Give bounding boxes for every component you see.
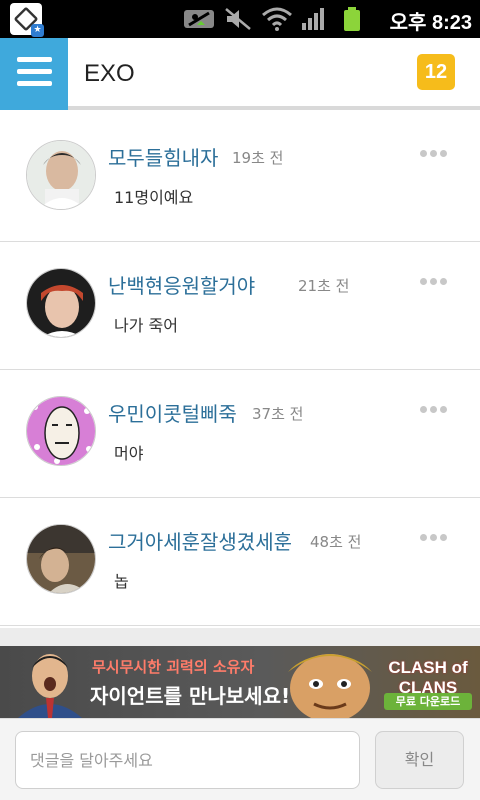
comment-time: 21초 전: [298, 277, 350, 295]
hamburger-icon-bar: [17, 81, 52, 86]
ad-man-image: [18, 654, 82, 718]
notification-badge[interactable]: 12: [417, 54, 455, 90]
comment-item: 모두들힘내자 19초 전 11명이예요: [0, 114, 480, 242]
confirm-button[interactable]: 확인: [375, 731, 464, 789]
comment-text: 11명이예요: [114, 188, 194, 207]
free-download-button[interactable]: 무료 다운로드: [384, 693, 472, 710]
avatar[interactable]: [26, 396, 96, 466]
ad-giant-image: [288, 654, 372, 718]
comment-item: 난백현응원할거야 21초 전 나가 죽어: [0, 242, 480, 370]
comment-input-bar: 확인: [0, 718, 480, 800]
status-bar: ★ 오후 8:23: [0, 0, 480, 38]
ad-banner[interactable]: 무시무시한 괴력의 소유자 자이언트를 만나보세요! CLASH of CLAN…: [0, 646, 480, 718]
signal-blocked-icon: [184, 10, 214, 28]
ad-brand: CLASH of CLANS: [388, 658, 468, 697]
wifi-icon: [262, 7, 292, 31]
comment-username[interactable]: 그거아세훈잘생겼세훈: [108, 526, 292, 555]
hamburger-icon: [17, 57, 52, 62]
list-footer-spacer: [0, 628, 480, 646]
app-notification-icon: ★: [10, 3, 44, 37]
avatar[interactable]: [26, 268, 96, 338]
comment-username[interactable]: 난백현응원할거야: [108, 270, 255, 299]
menu-button[interactable]: [0, 38, 68, 110]
comment-text: 놉: [114, 572, 129, 591]
clash-of-clans-logo: CLASH of CLANS 무료 다운로드: [384, 654, 472, 710]
comment-time: 19초 전: [232, 149, 284, 167]
more-options-icon[interactable]: [420, 270, 450, 285]
mute-icon: [225, 8, 251, 30]
comment-item: 그거아세훈잘생겼세훈 48초 전 놉: [0, 498, 480, 626]
comment-text: 나가 죽어: [114, 316, 178, 335]
comment-input[interactable]: [15, 731, 360, 789]
comment-item: 우민이콧털삐죽 37초 전 머야: [0, 370, 480, 498]
comment-username[interactable]: 모두들힘내자: [108, 142, 218, 171]
ad-headline: 무시무시한 괴력의 소유자: [92, 658, 255, 676]
clock: 오후 8:23: [389, 12, 472, 34]
app-header: EXO 12: [0, 38, 480, 110]
more-options-icon[interactable]: [420, 398, 450, 413]
hamburger-icon-bar: [17, 69, 52, 74]
avatar[interactable]: [26, 524, 96, 594]
cell-signal-icon: [302, 8, 324, 30]
comment-username[interactable]: 우민이콧털삐죽: [108, 398, 237, 427]
more-options-icon[interactable]: [420, 142, 450, 157]
comment-text: 머야: [114, 444, 144, 463]
battery-icon: [344, 7, 360, 31]
avatar[interactable]: [26, 140, 96, 210]
page-title: EXO: [84, 60, 135, 87]
comment-time: 37초 전: [252, 405, 304, 423]
more-options-icon[interactable]: [420, 526, 450, 541]
comment-time: 48초 전: [310, 533, 362, 551]
comment-list: 모두들힘내자 19초 전 11명이예요 난백현응원할거야 21초 전 나가 죽어: [0, 114, 480, 626]
ad-tagline: 자이언트를 만나보세요!: [90, 684, 291, 708]
